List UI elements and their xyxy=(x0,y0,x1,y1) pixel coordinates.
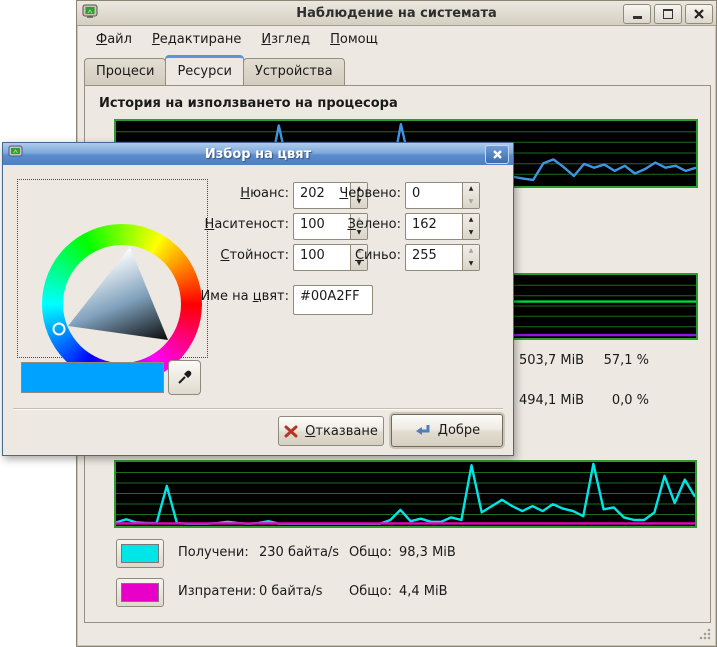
green-down-icon[interactable]: ▼ xyxy=(463,227,479,240)
color-name-label: Име на цвят: xyxy=(121,289,289,304)
close-button[interactable] xyxy=(685,4,713,24)
red-down-icon[interactable]: ▼ xyxy=(463,196,479,209)
selected-color-preview xyxy=(21,362,164,393)
dialog-close-button[interactable] xyxy=(485,145,509,164)
color-wheel-area[interactable] xyxy=(17,179,208,358)
dialog-titlebar[interactable]: Избор на цвят xyxy=(3,143,513,165)
resize-grip[interactable] xyxy=(698,628,711,641)
main-window-title: Наблюдение на системата xyxy=(77,6,716,21)
tab-resources[interactable]: Ресурси xyxy=(165,55,244,85)
color-name-input[interactable]: #00A2FF xyxy=(293,285,373,315)
main-titlebar[interactable]: Наблюдение на системата xyxy=(77,1,716,26)
ok-enter-icon xyxy=(414,423,431,438)
received-color-swatch xyxy=(121,544,159,563)
menu-view[interactable]: Изглед xyxy=(254,29,317,50)
sent-total-label: Общо: xyxy=(349,584,392,599)
menu-file[interactable]: Файл xyxy=(89,29,139,50)
blue-spinbox[interactable]: 255 ▲▼ xyxy=(405,244,480,271)
maximize-icon xyxy=(663,9,673,19)
memory-size-value: 503,7 MiB xyxy=(519,353,584,368)
received-rate: 230 байта/s xyxy=(259,545,339,560)
received-color-button[interactable] xyxy=(116,539,164,568)
hue-marker-icon[interactable] xyxy=(54,324,65,335)
sent-color-button[interactable] xyxy=(116,578,164,607)
blue-up-icon[interactable]: ▲ xyxy=(463,245,479,258)
ok-button-label: Добре xyxy=(438,423,480,438)
maximize-button[interactable] xyxy=(654,4,682,24)
menu-help[interactable]: Помощ xyxy=(323,29,385,50)
received-total-label: Общо: xyxy=(349,545,392,560)
minimize-icon xyxy=(633,16,642,19)
minimize-button[interactable] xyxy=(623,4,651,24)
eyedropper-button[interactable] xyxy=(168,360,201,395)
dialog-separator xyxy=(13,408,503,410)
red-spinbox[interactable]: 0 ▲▼ xyxy=(405,182,480,209)
cancel-button-label: Отказване xyxy=(305,424,378,439)
color-picker-dialog: Избор на цвят xyxy=(2,142,514,456)
close-icon xyxy=(694,9,704,19)
network-history-chart xyxy=(114,460,697,528)
dialog-icon xyxy=(8,145,23,163)
sent-color-swatch xyxy=(121,583,159,602)
green-label: Зелено: xyxy=(255,217,401,232)
swap-size-value: 494,1 MiB xyxy=(519,393,584,408)
blue-label: Синьо: xyxy=(255,248,401,263)
system-monitor-icon xyxy=(82,4,98,23)
eyedropper-icon xyxy=(176,369,193,386)
ok-button[interactable]: Добре xyxy=(391,414,503,447)
swap-percent-value: 0,0 % xyxy=(587,393,649,408)
sent-label: Изпратени: xyxy=(178,584,256,599)
screenshot-root: Наблюдение на системата Файл Редактиране… xyxy=(0,0,717,647)
tab-processes[interactable]: Процеси xyxy=(84,58,166,85)
received-total: 98,3 MiB xyxy=(399,545,456,560)
dialog-close-icon xyxy=(493,150,502,159)
green-up-icon[interactable]: ▲ xyxy=(463,214,479,227)
cancel-x-icon xyxy=(284,425,298,438)
menubar: Файл Редактиране Изглед Помощ xyxy=(77,26,717,52)
sent-rate: 0 байта/s xyxy=(259,584,323,599)
received-label: Получени: xyxy=(178,545,249,560)
cancel-button[interactable]: Отказване xyxy=(278,416,384,446)
red-label: Червено: xyxy=(255,186,401,201)
blue-down-icon[interactable]: ▼ xyxy=(463,258,479,271)
sent-total: 4,4 MiB xyxy=(399,584,448,599)
tab-strip: Процеси Ресурси Устройства xyxy=(84,55,344,85)
red-up-icon[interactable]: ▲ xyxy=(463,183,479,196)
menu-edit[interactable]: Редактиране xyxy=(145,29,248,50)
dialog-title: Избор на цвят xyxy=(3,147,513,162)
green-spinbox[interactable]: 162 ▲▼ xyxy=(405,213,480,240)
memory-percent-value: 57,1 % xyxy=(587,353,649,368)
tab-devices[interactable]: Устройства xyxy=(243,58,345,85)
cpu-history-heading: История на използването на процесора xyxy=(99,96,398,111)
